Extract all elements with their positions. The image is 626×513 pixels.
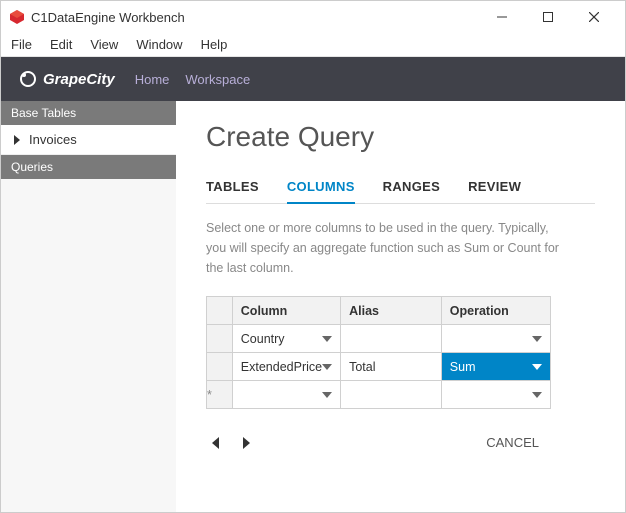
menu-file[interactable]: File xyxy=(11,37,32,52)
chevron-down-icon xyxy=(532,390,542,400)
close-button[interactable] xyxy=(571,1,617,33)
grid-cell-operation-selected[interactable]: Sum xyxy=(441,353,550,381)
brand-link-home[interactable]: Home xyxy=(135,72,170,87)
cell-value: Sum xyxy=(450,360,532,374)
cell-value: Country xyxy=(241,332,322,346)
columns-grid: Column Alias Operation Country xyxy=(206,296,551,409)
sidebar-header-queries[interactable]: Queries xyxy=(1,155,176,179)
menu-window[interactable]: Window xyxy=(136,37,182,52)
nav-arrows xyxy=(206,433,256,453)
menubar: File Edit View Window Help xyxy=(1,33,625,57)
grid-corner xyxy=(207,297,233,325)
grid-cell-operation[interactable] xyxy=(441,325,550,353)
tab-review[interactable]: REVIEW xyxy=(468,171,521,203)
grid-row: ExtendedPrice Total Sum xyxy=(207,353,551,381)
sidebar-item-label: Invoices xyxy=(29,132,77,147)
cancel-button[interactable]: CANCEL xyxy=(474,429,551,456)
menu-view[interactable]: View xyxy=(90,37,118,52)
chevron-down-icon xyxy=(532,334,542,344)
grid-cell-column[interactable]: ExtendedPrice xyxy=(232,353,340,381)
brand-text: GrapeCity xyxy=(43,71,115,88)
grid-cell-alias[interactable] xyxy=(341,381,442,409)
grid-cell-alias[interactable]: Total xyxy=(341,353,442,381)
wizard-footer: CANCEL xyxy=(206,429,551,456)
chevron-down-icon xyxy=(532,362,542,372)
window-title: C1DataEngine Workbench xyxy=(31,10,479,25)
main-content: Create Query TABLES COLUMNS RANGES REVIE… xyxy=(176,101,625,512)
menu-edit[interactable]: Edit xyxy=(50,37,72,52)
brand-links: Home Workspace xyxy=(135,72,250,87)
sidebar: Base Tables Invoices Queries xyxy=(1,101,176,512)
chevron-down-icon xyxy=(322,390,332,400)
arrow-right-icon xyxy=(241,437,251,449)
grid-cell-column[interactable] xyxy=(232,381,340,409)
grid-row-new: * xyxy=(207,381,551,409)
brand-logo: GrapeCity xyxy=(19,70,115,88)
new-row-marker: * xyxy=(207,388,212,402)
brand-link-workspace[interactable]: Workspace xyxy=(185,72,250,87)
grid-cell-column[interactable]: Country xyxy=(232,325,340,353)
grid-row-header-new[interactable]: * xyxy=(207,381,233,409)
grid-header-alias[interactable]: Alias xyxy=(341,297,442,325)
grid-row-header[interactable] xyxy=(207,325,233,353)
cell-value: Total xyxy=(349,360,433,374)
sidebar-header-base-tables[interactable]: Base Tables xyxy=(1,101,176,125)
tab-tables[interactable]: TABLES xyxy=(206,171,259,203)
cell-value: ExtendedPrice xyxy=(241,360,322,374)
tab-ranges[interactable]: RANGES xyxy=(383,171,440,203)
close-icon xyxy=(589,12,599,22)
tab-columns[interactable]: COLUMNS xyxy=(287,171,355,204)
grid-cell-alias[interactable] xyxy=(341,325,442,353)
chevron-down-icon xyxy=(322,334,332,344)
chevron-down-icon xyxy=(322,362,332,372)
caret-right-icon xyxy=(13,135,21,145)
app-icon xyxy=(9,9,25,25)
brand-icon xyxy=(19,70,37,88)
maximize-icon xyxy=(543,12,553,22)
grid-row: Country xyxy=(207,325,551,353)
menu-help[interactable]: Help xyxy=(201,37,228,52)
sidebar-item-invoices[interactable]: Invoices xyxy=(1,125,176,155)
minimize-button[interactable] xyxy=(479,1,525,33)
app-window: C1DataEngine Workbench File Edit View Wi… xyxy=(0,0,626,513)
next-button[interactable] xyxy=(236,433,256,453)
window-controls xyxy=(479,1,617,33)
help-text: Select one or more columns to be used in… xyxy=(206,218,566,278)
wizard-tabs: TABLES COLUMNS RANGES REVIEW xyxy=(206,171,595,204)
brandbar: GrapeCity Home Workspace xyxy=(1,57,625,101)
workarea: Base Tables Invoices Queries Create Quer… xyxy=(1,101,625,512)
page-title: Create Query xyxy=(206,121,595,153)
maximize-button[interactable] xyxy=(525,1,571,33)
grid-row-header[interactable] xyxy=(207,353,233,381)
arrow-left-icon xyxy=(211,437,221,449)
minimize-icon xyxy=(497,12,507,22)
prev-button[interactable] xyxy=(206,433,226,453)
grid-header-operation[interactable]: Operation xyxy=(441,297,550,325)
grid-cell-operation[interactable] xyxy=(441,381,550,409)
grid-header-column[interactable]: Column xyxy=(232,297,340,325)
titlebar: C1DataEngine Workbench xyxy=(1,1,625,33)
